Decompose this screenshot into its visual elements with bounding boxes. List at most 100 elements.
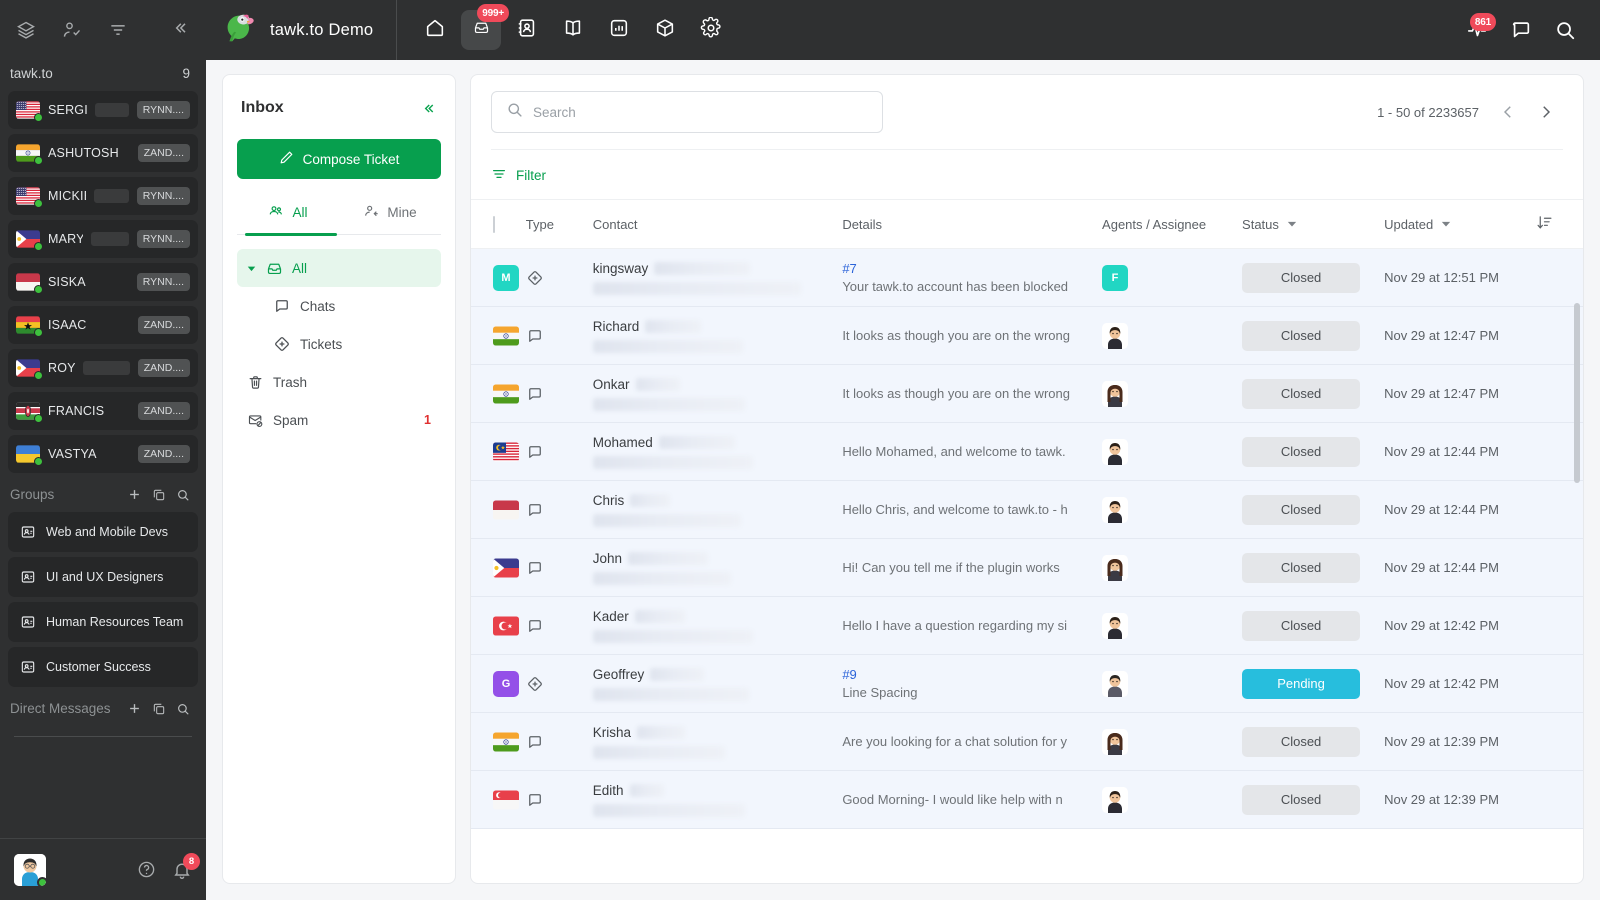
- contact-list-item[interactable]: VASTYA ZAND....: [8, 435, 198, 473]
- assignee-avatar[interactable]: [1102, 380, 1129, 407]
- status-badge[interactable]: Closed: [1242, 378, 1361, 409]
- chevron-down-icon[interactable]: [1287, 217, 1297, 232]
- group-list-item[interactable]: UI and UX Designers: [8, 557, 198, 597]
- search-icon[interactable]: [176, 702, 190, 716]
- assignee-avatar[interactable]: [1102, 670, 1129, 697]
- user-check-icon[interactable]: [62, 20, 82, 40]
- table-row[interactable]: Onkar It looks as though you are on the …: [471, 364, 1583, 423]
- status-badge[interactable]: Closed: [1242, 262, 1361, 293]
- filter-button[interactable]: Filter: [491, 166, 546, 185]
- group-list-item[interactable]: Web and Mobile Devs: [8, 512, 198, 552]
- table-row[interactable]: G Geoffrey #9 Line Spacing Pending Nov 2…: [471, 654, 1583, 713]
- inbox-collapse-button[interactable]: [420, 100, 437, 117]
- chat-icon[interactable]: [1510, 19, 1532, 41]
- inbox-nav-item-trash[interactable]: Trash: [237, 363, 441, 401]
- copy-icon[interactable]: [152, 488, 166, 502]
- knowledge-base-nav-button[interactable]: [553, 10, 593, 50]
- apps-nav-button[interactable]: [645, 10, 685, 50]
- header-sort-order[interactable]: [1536, 199, 1583, 249]
- copy-icon[interactable]: [152, 702, 166, 716]
- ticket-number-link[interactable]: #7: [842, 261, 1102, 276]
- assignee-avatar[interactable]: [1102, 496, 1129, 523]
- contact-list-item[interactable]: MARY RYNN....: [8, 220, 198, 258]
- header-agents-assignee[interactable]: Agents / Assignee: [1102, 199, 1243, 249]
- table-row[interactable]: Mohamed Hello Mohamed, and welcome to ta…: [471, 422, 1583, 481]
- sidebar-collapse-button[interactable]: [170, 18, 190, 43]
- search-icon[interactable]: [1554, 19, 1576, 41]
- status-badge[interactable]: Closed: [1242, 436, 1361, 467]
- settings-nav-button[interactable]: [691, 10, 731, 50]
- inbox-nav-item-chats[interactable]: Chats: [237, 287, 441, 325]
- assignee-avatar[interactable]: [1102, 612, 1129, 639]
- table-row[interactable]: Richard It looks as though you are on th…: [471, 306, 1583, 365]
- activity-icon[interactable]: 861: [1466, 13, 1496, 41]
- table-row[interactable]: Edith Good Morning- I would like help wi…: [471, 770, 1583, 829]
- inbox-nav-item-all[interactable]: All: [237, 249, 441, 287]
- header-status[interactable]: Status: [1242, 199, 1385, 249]
- inbox-tabs: All Mine: [237, 203, 441, 234]
- add-icon[interactable]: [127, 701, 142, 716]
- ticket-number-link[interactable]: #9: [842, 667, 1102, 682]
- table-row[interactable]: Chris Hello Chris, and welcome to tawk.t…: [471, 480, 1583, 539]
- layers-icon[interactable]: [16, 20, 36, 40]
- header-updated[interactable]: Updated: [1384, 199, 1537, 249]
- table-row[interactable]: John Hi! Can you tell me if the plugin w…: [471, 538, 1583, 597]
- contacts-nav-button[interactable]: [507, 10, 547, 50]
- bell-icon[interactable]: 8: [172, 852, 200, 880]
- filter-icon[interactable]: [108, 20, 128, 40]
- search-box[interactable]: [491, 91, 883, 133]
- ticket-icon: [526, 675, 593, 693]
- table-row[interactable]: Kader Hello I have a question regarding …: [471, 596, 1583, 655]
- tab-mine[interactable]: Mine: [339, 203, 441, 234]
- ticket-icon: [526, 269, 593, 287]
- compose-ticket-button[interactable]: Compose Ticket: [237, 139, 441, 179]
- status-badge[interactable]: Pending: [1242, 668, 1361, 699]
- contact-list-item[interactable]: SERGIO RYNN....: [8, 91, 198, 129]
- help-circle-icon[interactable]: [137, 860, 156, 879]
- status-badge[interactable]: Closed: [1242, 320, 1361, 351]
- assignee-avatar[interactable]: [1102, 438, 1129, 465]
- contact-list-item[interactable]: ASHUTOSH ZAND....: [8, 134, 198, 172]
- sort-descending-icon[interactable]: [1536, 216, 1553, 234]
- assignee-avatar[interactable]: F: [1102, 264, 1129, 291]
- pagination-prev-button[interactable]: [1499, 103, 1517, 121]
- table-row[interactable]: M kingsway #7 Your tawk.to account has b…: [471, 248, 1583, 307]
- inbox-nav-button[interactable]: 999+: [461, 4, 509, 50]
- header-type[interactable]: Type: [525, 199, 593, 249]
- assignee-avatar[interactable]: [1102, 554, 1129, 581]
- agent-tag: ZAND....: [137, 144, 190, 162]
- status-badge[interactable]: Closed: [1242, 726, 1361, 757]
- monitoring-nav-button[interactable]: [599, 10, 639, 50]
- search-icon[interactable]: [176, 488, 190, 502]
- status-badge[interactable]: Closed: [1242, 610, 1361, 641]
- chevron-down-icon[interactable]: [1441, 217, 1451, 232]
- status-badge[interactable]: Closed: [1242, 784, 1361, 815]
- select-all-checkbox[interactable]: [493, 215, 495, 233]
- contact-list-item[interactable]: ROY ZAND....: [8, 349, 198, 387]
- contact-list-item[interactable]: ISAAC ZAND....: [8, 306, 198, 344]
- status-badge[interactable]: Closed: [1242, 552, 1361, 583]
- tab-all[interactable]: All: [237, 203, 339, 234]
- search-input[interactable]: [533, 104, 868, 120]
- group-list-item[interactable]: Customer Success: [8, 647, 198, 687]
- contact-list-item[interactable]: MICKIE RYNN....: [8, 177, 198, 215]
- brand[interactable]: tawk.to Demo: [206, 9, 396, 52]
- add-icon[interactable]: [127, 487, 142, 502]
- contact-list-item[interactable]: SISKA RYNN....: [8, 263, 198, 301]
- inbox-nav-item-tickets[interactable]: Tickets: [237, 325, 441, 363]
- home-nav-button[interactable]: [415, 10, 455, 50]
- assignee-avatar[interactable]: [1102, 728, 1129, 755]
- inbox-nav-item-spam[interactable]: Spam 1: [237, 401, 441, 439]
- assignee-avatar[interactable]: [1102, 786, 1129, 813]
- contact-list-item[interactable]: FRANCIS ZAND....: [8, 392, 198, 430]
- header-details[interactable]: Details: [842, 199, 1103, 249]
- status-badge[interactable]: Closed: [1242, 494, 1361, 525]
- table-scrollbar[interactable]: [1574, 303, 1580, 483]
- header-contact[interactable]: Contact: [592, 199, 843, 249]
- caret-down-icon[interactable]: [247, 264, 257, 273]
- avatar[interactable]: [14, 853, 46, 886]
- group-list-item[interactable]: Human Resources Team: [8, 602, 198, 642]
- table-row[interactable]: Krisha Are you looking for a chat soluti…: [471, 712, 1583, 771]
- assignee-avatar[interactable]: [1102, 322, 1129, 349]
- pagination-next-button[interactable]: [1537, 103, 1555, 121]
